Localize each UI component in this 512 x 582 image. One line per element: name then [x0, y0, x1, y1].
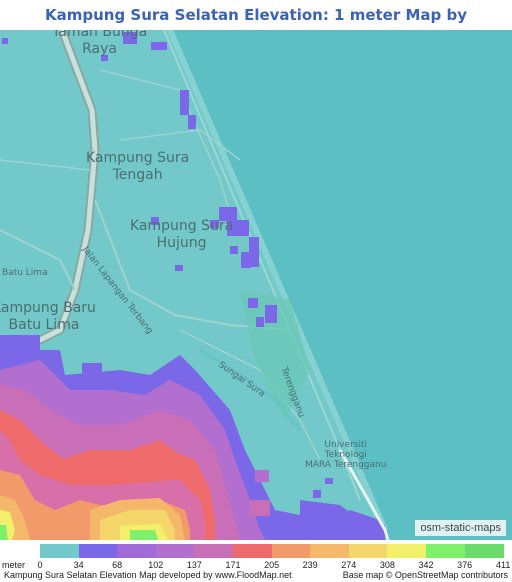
label-universiti: Universiti Teknologi MARA Terengganu [305, 440, 387, 470]
legend-tick: 171 [225, 560, 241, 570]
footer-credit: Kampung Sura Selatan Elevation Map devel… [4, 570, 292, 580]
map-title: Kampung Sura Selatan Elevation: 1 meter … [0, 0, 512, 54]
legend-tick: 205 [264, 560, 280, 570]
legend-swatch [117, 544, 157, 558]
legend-tick: 68 [112, 560, 123, 570]
legend-tick: 0 [37, 560, 43, 570]
legend-tick: 34 [73, 560, 84, 570]
legend-tick: 239 [302, 560, 318, 570]
legend-swatch [464, 544, 504, 558]
legend-tick: 102 [148, 560, 164, 570]
legend-swatch [155, 544, 195, 558]
legend-swatch [194, 544, 234, 558]
legend-tick: 137 [186, 560, 202, 570]
legend-tick: 308 [379, 560, 395, 570]
legend-swatch [233, 544, 273, 558]
label-kampung-sura-tengah: Kampung Sura Tengah [86, 150, 190, 183]
map-canvas [0, 30, 390, 540]
legend-tick: 274 [341, 560, 357, 570]
legend-tick: 411 [496, 560, 511, 570]
legend-swatch [271, 544, 311, 558]
elevation-map[interactable]: Taman Bunga Raya Kampung Sura Tengah Kam… [0, 30, 512, 540]
legend-swatch [387, 544, 427, 558]
label-kampung-sura-hujung: Kampung Sura Hujung [130, 218, 234, 251]
legend-swatch [310, 544, 350, 558]
label-batu-lima: Batu Lima [2, 268, 48, 278]
footer-basemap: Base map © OpenStreetMap contributors [342, 570, 508, 580]
legend-swatch [426, 544, 466, 558]
label-taman-bunga-raya: Taman Bunga Raya [52, 30, 148, 57]
legend-swatch [78, 544, 118, 558]
legend-swatch [40, 544, 80, 558]
legend-unit: meter [2, 560, 26, 570]
elevation-legend: meter 0 34 68 102 137 171 205 239 274 308 342 376 41… [0, 540, 512, 582]
osm-attribution: osm-static-maps [415, 520, 506, 536]
label-kampung-baru-batu-lima: Kampung Baru Batu Lima [0, 300, 96, 333]
legend-tick: 376 [457, 560, 473, 570]
legend-tick: 342 [418, 560, 434, 570]
legend-swatch [348, 544, 388, 558]
